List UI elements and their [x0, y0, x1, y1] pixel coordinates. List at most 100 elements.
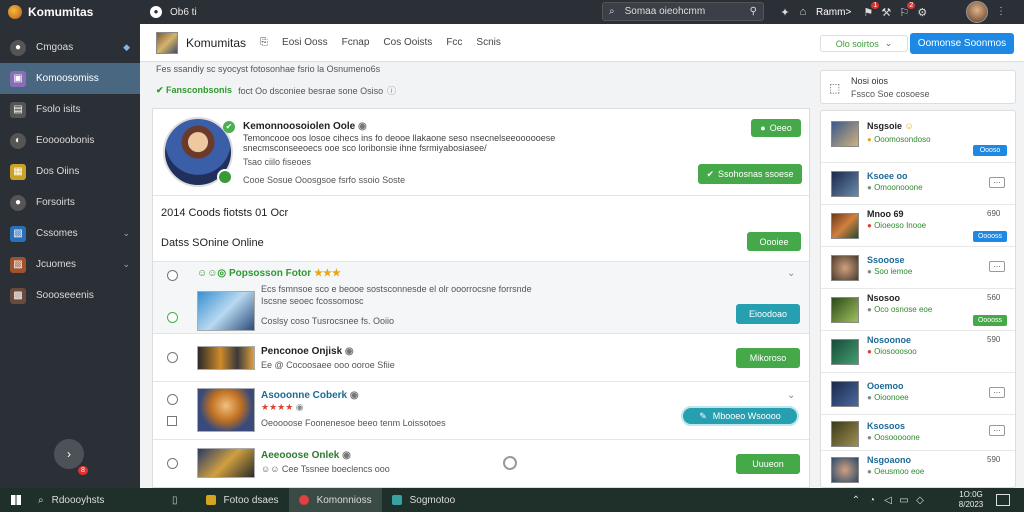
wifi-icon[interactable]: ◔: [864, 495, 880, 506]
sidebar-item-label: Fsolo isits: [36, 104, 81, 115]
collapse-button[interactable]: ›: [54, 439, 84, 469]
user-name[interactable]: Ramm>: [816, 7, 851, 18]
tab-scnis[interactable]: Scnis: [476, 37, 500, 48]
status-button[interactable]: ● Oeeo: [751, 119, 801, 137]
item-sub: ● Oeusmoo eoe: [867, 467, 925, 476]
search-submit-icon[interactable]: ⚲: [750, 6, 757, 17]
item-more-button[interactable]: ⋯: [989, 177, 1005, 188]
item-action-button[interactable]: Uuueon: [736, 454, 800, 474]
windows-start-icon[interactable]: [0, 488, 32, 512]
create-button[interactable]: Oomonse Soonmos: [910, 33, 1014, 54]
item-more-button[interactable]: ⋯: [989, 425, 1005, 436]
item-action-button[interactable]: ✎ Mbooeo Wsoooo: [681, 406, 799, 426]
chevron-down-icon[interactable]: ⌄: [787, 390, 795, 401]
taskbar-app-other[interactable]: Sogmotoo: [382, 488, 466, 512]
radio-button[interactable]: [167, 458, 178, 469]
sidebar-item-apps[interactable]: ▧ Cssomes ⌄: [0, 218, 140, 249]
pin-icon[interactable]: ✦: [776, 6, 794, 19]
folder-icon: [205, 495, 216, 505]
item-action-button[interactable]: Eioodoao: [736, 304, 800, 324]
list-item[interactable]: Nsgsoie ☺ ● Ooomosondoso Oooso: [821, 111, 1015, 163]
list-item[interactable]: Asooonne Coberk ◉ ★★★★ ◉ Oeoooose Foonen…: [153, 381, 809, 439]
list-item[interactable]: Ssooose ● Soo iemoe ⋯: [821, 247, 1015, 289]
taskbar-app-community[interactable]: Komonnioss: [288, 488, 382, 512]
item-action-button[interactable]: Ooooss: [973, 231, 1007, 242]
sidebar-item-globe[interactable]: ◐ Eooooobonis: [0, 125, 140, 156]
list-item[interactable]: Mnoo 69 690 ● Oioeoso Inooe Ooooss: [821, 205, 1015, 247]
item-sub: ● Ooomosondoso: [867, 135, 931, 144]
top-tab-label[interactable]: Ob6 ti: [170, 7, 197, 18]
hammer-icon[interactable]: ⚒: [877, 6, 895, 19]
item-more-button[interactable]: ⋯: [989, 261, 1005, 272]
filter-dropdown[interactable]: Olo soirtos ⌄: [820, 35, 908, 52]
github-icon[interactable]: ●: [150, 6, 162, 18]
tab-overview[interactable]: Eosi Ooss: [282, 37, 328, 48]
checkmark-icon: ✔: [156, 85, 167, 95]
item-sub: ● Oiosooosoo: [867, 347, 917, 356]
alerts-icon[interactable]: ⚐ 2: [895, 1, 916, 19]
item-action-button[interactable]: Ooooss: [973, 315, 1007, 326]
clock[interactable]: 1O:0G 8/2023: [956, 490, 986, 510]
list-item[interactable]: Ooemoo ● Oioonoee ⋯: [821, 373, 1015, 415]
notifications-icon[interactable]: ⚑ 1: [859, 1, 880, 19]
info-icon[interactable]: ⓘ: [387, 84, 396, 97]
settings-icon[interactable]: ⚙: [913, 6, 931, 19]
sidebar-item-people[interactable]: ▤ Fsolo isits: [0, 94, 140, 125]
item-action-button[interactable]: Mikoroso: [736, 348, 800, 368]
language-icon[interactable]: ◇: [912, 495, 928, 506]
chevron-down-icon[interactable]: ⌄: [122, 228, 130, 239]
sidebar-item-groups[interactable]: ● Cmgoas ◆: [0, 32, 140, 63]
radio-button[interactable]: [167, 394, 178, 405]
sidebar-item-media[interactable]: ▨ Jcuomes ⌄: [0, 249, 140, 280]
tab-feed[interactable]: Fcnap: [342, 37, 370, 48]
sidebar-item-settings[interactable]: ▩ Soooseeenis: [0, 280, 140, 311]
chevron-up-icon[interactable]: ⌃: [848, 495, 864, 506]
online-badge-icon: [217, 169, 233, 185]
notification-center-icon[interactable]: [996, 494, 1010, 506]
list-item[interactable]: Penconoe Onjisk ◉ Ee @ Cocoosaee ooo oor…: [153, 333, 809, 381]
more-icon[interactable]: ⋮: [996, 6, 1006, 17]
search-placeholder: Somaa oieohcmm: [624, 6, 706, 17]
tab-fcc[interactable]: Fcc: [446, 37, 462, 48]
list-item[interactable]: Ksoee oo ● Omoonooone ⋯: [821, 163, 1015, 205]
item-more-button[interactable]: ⋯: [989, 387, 1005, 398]
item-sub: ● Soo iemoe: [867, 267, 913, 276]
list-item[interactable]: Nsosoo 560 ● Oco osnose eoe Ooooss: [821, 289, 1015, 331]
radio-button[interactable]: [167, 312, 178, 323]
item-thumbnail[interactable]: [197, 448, 255, 478]
item-action-button[interactable]: Oooso: [973, 145, 1007, 156]
avatar[interactable]: [966, 1, 988, 23]
join-button[interactable]: ✔ Ssohosnas ssoese: [698, 164, 802, 184]
taskbar-search[interactable]: ⌕ Rdoooyhsts: [32, 495, 172, 506]
radio-button[interactable]: [167, 270, 178, 281]
checkbox[interactable]: [167, 416, 177, 426]
item-thumbnail[interactable]: [197, 291, 255, 331]
item-thumbnail[interactable]: [197, 388, 255, 432]
chevron-down-icon[interactable]: ⌄: [787, 268, 795, 279]
item-count: 590: [987, 455, 1001, 464]
list-item[interactable]: Ksosoos ● Oosooooone ⋯: [821, 415, 1015, 451]
task-view-icon[interactable]: ▯: [172, 495, 178, 506]
battery-icon[interactable]: ▭: [896, 495, 912, 506]
volume-icon[interactable]: ◁: [880, 495, 896, 506]
chevron-down-icon[interactable]: ⌄: [122, 259, 130, 270]
item-thumbnail: [831, 171, 859, 197]
list-item[interactable]: Nosoonoe 590 ● Oiosooosoo: [821, 331, 1015, 373]
rating-stars: ★★★★: [261, 402, 294, 412]
search-input[interactable]: ⌕ Somaa oieohcmm ⚲: [602, 2, 764, 21]
tab-icon[interactable]: ⎘: [260, 37, 268, 48]
sidebar-item-community[interactable]: ▣ Komoosomiss: [0, 63, 140, 94]
radio-button[interactable]: [167, 352, 178, 363]
home-icon[interactable]: ⌂: [794, 6, 812, 18]
list-item[interactable]: ☺☺◎ Popsosson Fotor ★★★ Ecs fsmnsoe sco …: [153, 261, 809, 333]
tab-posts[interactable]: Cos Ooists: [383, 37, 432, 48]
brand[interactable]: Komumitas: [0, 0, 140, 24]
list-item[interactable]: Nsgoaono 590 ● Oeusmoo eoe: [821, 451, 1015, 487]
list-item[interactable]: Aeeooose Onlek ◉ ☺☺ Cee Tssnee boeclencs…: [153, 439, 809, 487]
sidebar-item-games[interactable]: ▦ Dos Oiins: [0, 156, 140, 187]
item-thumbnail[interactable]: [197, 346, 255, 370]
notice-box[interactable]: ⬚ Nosi oios Fssco Soe cosoese: [820, 70, 1016, 104]
online-button[interactable]: Oooiee: [747, 232, 801, 251]
sidebar-item-friends[interactable]: ● Forsoirts: [0, 187, 140, 218]
taskbar-app-photos[interactable]: Fotoo dsaes: [196, 488, 289, 512]
